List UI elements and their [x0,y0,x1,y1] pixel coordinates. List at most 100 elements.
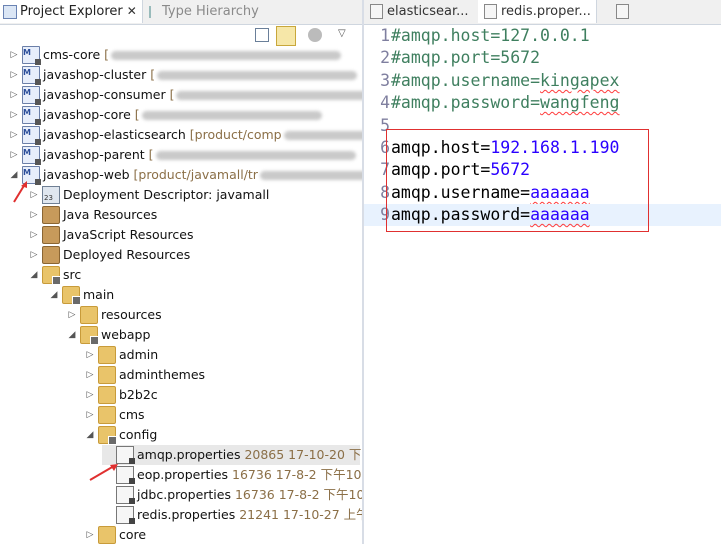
expand-arrow-icon[interactable]: ▷ [84,525,96,544]
tree-item-label: amqp.properties [137,447,241,462]
expand-arrow-icon[interactable]: ▷ [84,345,96,365]
editor-panel: elasticsear... redis.proper... 1#amqp.ho… [364,0,721,544]
tree-item-label: JavaScript Resources [63,227,194,242]
tree-item[interactable]: eop.properties 16736 17-8-2 下午10: [102,465,362,485]
tree-item[interactable]: redis.properties 21241 17-10-27 上午 [102,505,362,525]
tree-item[interactable]: ▷ Java Resources [28,205,157,225]
annotation-arrow-file [89,464,118,481]
misspelled-word: wangfeng [540,93,620,113]
library-icon [42,205,60,224]
code-line[interactable]: 7amqp.port=5672 [364,159,721,181]
package-folder-icon [98,425,117,445]
tree-item[interactable]: ▷ cms [84,405,145,425]
tab-redis-properties[interactable]: redis.proper... [478,0,597,23]
property-key: amqp.password= [391,205,531,225]
expand-arrow-icon[interactable]: ▷ [8,105,20,125]
tab-elasticsearch[interactable]: elasticsear... [364,0,472,23]
collapse-all-icon[interactable] [255,28,269,42]
line-number: 1 [380,26,390,45]
tree-item[interactable]: ◢ src [28,265,81,285]
folder-icon [80,305,98,324]
code-line[interactable]: 5 [364,115,721,137]
tree-item[interactable]: ◢javashop-web [product/javamall/tr [8,163,362,185]
expand-arrow-icon[interactable]: ▷ [8,45,20,65]
tree-item[interactable]: ▷ javashop-cluster [ [8,63,358,85]
expand-arrow-icon[interactable]: ▷ [8,85,20,105]
tree-item-label: javashop-web [43,167,130,182]
expand-arrow-icon[interactable]: ▷ [8,125,20,145]
expand-arrow-icon[interactable]: ▷ [8,65,20,85]
code-line[interactable]: 3#amqp.username=kingapex [364,70,721,92]
line-number: 2 [380,48,390,68]
tree-item[interactable]: ▷ b2b2c [84,385,158,405]
folder-icon [98,525,116,544]
line-number: 7 [380,160,390,180]
tree-item[interactable]: ◢ webapp [66,325,150,345]
collapse-arrow-icon[interactable]: ◢ [28,265,40,285]
tree-item[interactable]: ▷ adminthemes [84,365,205,385]
tree-item[interactable]: ▷ javashop-core [ [8,103,322,125]
expand-arrow-icon[interactable]: ▷ [28,205,40,225]
expand-arrow-icon[interactable]: ▷ [84,405,96,425]
code-line[interactable]: 8amqp.username=aaaaaa [364,182,721,204]
expand-arrow-icon[interactable]: ▷ [8,145,20,165]
tree-item[interactable]: ▷ cms-core [ [8,43,342,65]
misspelled-word: kingapex [540,70,620,90]
tree-item[interactable]: ▷ resources [66,305,162,325]
line-number: 4 [380,93,390,113]
link-with-editor-icon[interactable] [276,26,296,46]
tree-item[interactable]: amqp.properties 20865 17-10-20 下午 [102,445,362,465]
tree-item-label: Deployment Descriptor: javamall [63,187,270,202]
tree-item[interactable]: ▷ JavaScript Resources [28,225,193,245]
tab-more[interactable] [610,0,650,23]
collapse-arrow-icon[interactable]: ◢ [48,285,60,305]
tree-item[interactable]: ▷Deployment Descriptor: javamall [28,185,270,208]
line-number: 9 [380,205,390,225]
code-line[interactable]: 9amqp.password=aaaaaa [364,204,721,227]
folder-icon [98,385,116,404]
tree-item[interactable]: ▷ javashop-parent [ [8,143,356,165]
tree-item[interactable]: ▷ core [84,525,146,544]
tree-item-decoration: 16736 17-8-2 下午10: [228,467,362,482]
tree-item[interactable]: ◢ config [84,425,157,445]
close-icon[interactable]: ✕ [127,4,137,18]
tree-item-label: cms-core [43,47,101,62]
tree-item-label: javashop-consumer [43,87,166,102]
tab-project-explorer-label: Project Explorer [20,4,123,19]
tree-item[interactable]: ▷ Deployed Resources [28,245,190,265]
folder-icon [98,405,116,424]
expand-arrow-icon[interactable]: ▷ [28,225,40,245]
expand-arrow-icon[interactable]: ▷ [28,245,40,265]
line-number: 8 [380,182,390,202]
tree-item[interactable]: ◢ main [48,285,114,305]
collapse-arrow-icon[interactable]: ◢ [84,425,96,445]
code-line[interactable]: 2#amqp.port=5672 [364,47,721,69]
code-line[interactable]: 6amqp.host=192.168.1.190 [364,137,721,159]
type-hierarchy-icon [149,5,159,18]
property-key: amqp.username= [391,182,531,202]
collapse-arrow-icon[interactable]: ◢ [66,325,78,345]
tree-item[interactable]: ▷ javashop-elasticsearch [product/comp [8,123,362,145]
code-line[interactable]: 1#amqp.host=127.0.0.1 [364,25,721,47]
properties-file-icon [116,485,135,504]
tree-item-label: Java Resources [63,207,158,222]
tab-project-explorer[interactable]: Project Explorer ✕ [0,0,143,23]
tree-item[interactable]: ▷ javashop-consumer [ [8,83,362,105]
code-line[interactable]: 4#amqp.password=wangfeng [364,92,721,114]
left-tab-bar: Project Explorer ✕ Type Hierarchy [0,0,362,25]
expand-arrow-icon[interactable]: ▷ [84,365,96,385]
expand-arrow-icon[interactable]: ▷ [66,305,78,325]
tree-item-label: eop.properties [137,467,229,482]
tree-item-decoration: 20865 17-10-20 下午 [240,447,362,462]
tree-item-label: redis.properties [137,507,236,522]
line-number: 6 [380,138,390,157]
tree-item-decoration: [product/javamall/tr [129,167,258,182]
tree-item-label: main [83,287,115,302]
tree-item[interactable]: ▷ admin [84,345,158,365]
tree-item[interactable]: jdbc.properties 16736 17-8-2 下午10: [102,485,362,505]
chevron-down-icon[interactable]: ▽ [338,28,354,44]
tab-type-hierarchy[interactable]: Type Hierarchy [146,0,276,23]
view-menu-icon[interactable] [308,28,322,42]
expand-arrow-icon[interactable]: ▷ [84,385,96,405]
tree-item-label: javashop-core [43,107,131,122]
